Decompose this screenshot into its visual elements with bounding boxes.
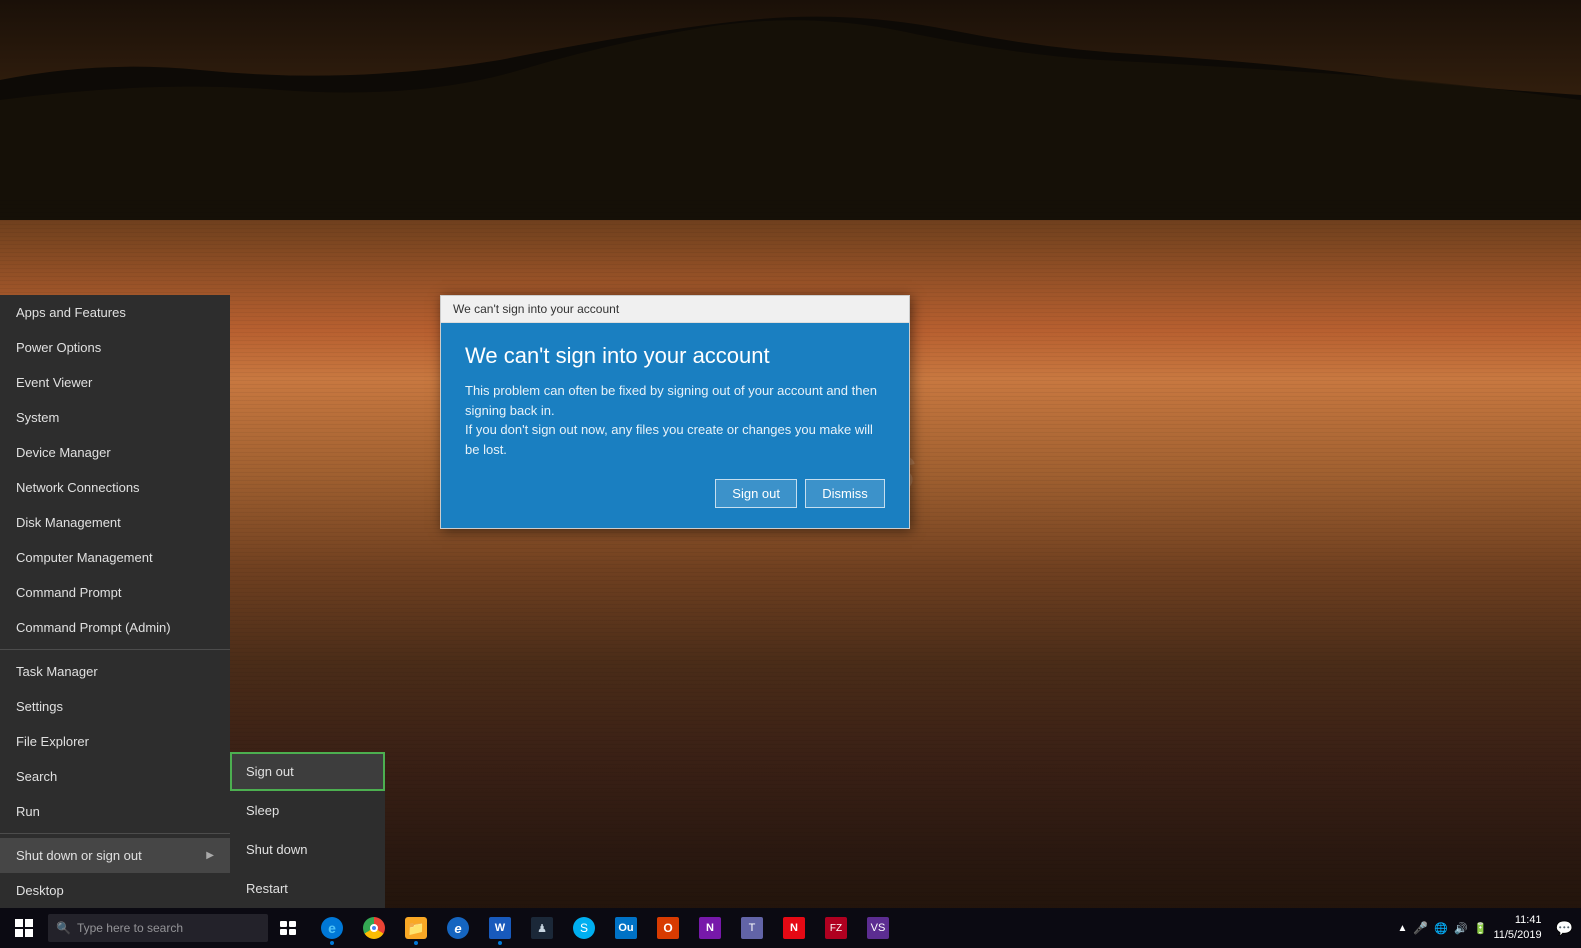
menu-item-event-viewer[interactable]: Event Viewer — [0, 365, 230, 400]
taskbar-office-icon[interactable]: O — [648, 908, 688, 948]
action-center-icon[interactable]: 💬 — [1556, 920, 1573, 937]
file-explorer-app-icon: 📁 — [405, 917, 427, 939]
taskbar-outlook-icon[interactable]: Ou — [606, 908, 646, 948]
menu-item-file-explorer[interactable]: File Explorer — [0, 724, 230, 759]
word-running-dot — [498, 941, 502, 945]
dialog-description: This problem can often be fixed by signi… — [465, 381, 885, 459]
ie-app-icon: e — [447, 917, 469, 939]
menu-item-search[interactable]: Search — [0, 759, 230, 794]
clock-time: 11:41 — [1493, 913, 1541, 928]
submenu-item-shut-down[interactable]: Shut down — [230, 830, 385, 869]
task-view-icon — [280, 921, 296, 935]
office-app-icon: O — [657, 917, 679, 939]
chrome-app-icon — [363, 917, 385, 939]
submenu-item-sign-out[interactable]: Sign out — [230, 752, 385, 791]
edge-running-dot — [330, 941, 334, 945]
taskbar-filezilla-icon[interactable]: FZ — [816, 908, 856, 948]
chevron-right-icon: ▶ — [206, 850, 214, 861]
menu-item-system[interactable]: System — [0, 400, 230, 435]
taskbar-word-icon[interactable]: W — [480, 908, 520, 948]
start-button[interactable] — [0, 908, 48, 948]
cant-sign-in-dialog: We can't sign into your account We can't… — [440, 295, 910, 529]
submenu-item-sleep[interactable]: Sleep — [230, 791, 385, 830]
dialog-sign-out-button[interactable]: Sign out — [715, 479, 797, 508]
taskbar-ie-icon[interactable]: e — [438, 908, 478, 948]
taskbar-netflix-icon[interactable]: N — [774, 908, 814, 948]
menu-item-apps-features[interactable]: Apps and Features — [0, 295, 230, 330]
explorer-running-dot — [414, 941, 418, 945]
menu-item-task-manager[interactable]: Task Manager — [0, 654, 230, 689]
taskbar-chrome-icon[interactable] — [354, 908, 394, 948]
taskbar-search-placeholder: Type here to search — [77, 921, 183, 935]
tray-network-icon[interactable]: 🌐 — [1434, 922, 1448, 935]
tray-mic-icon[interactable]: 🎤 — [1413, 921, 1428, 935]
filezilla-app-icon: FZ — [825, 917, 847, 939]
taskbar-skype-icon[interactable]: S — [564, 908, 604, 948]
tray-volume-icon[interactable]: 🔊 — [1454, 922, 1468, 935]
teams-app-icon: T — [741, 917, 763, 939]
vs-app-icon: VS — [867, 917, 889, 939]
menu-item-computer-management[interactable]: Computer Management — [0, 540, 230, 575]
taskbar: 🔍 Type here to search e 📁 e W — [0, 908, 1581, 948]
menu-item-shutdown-signout[interactable]: Shut down or sign out ▶ — [0, 838, 230, 873]
dialog-titlebar: We can't sign into your account — [441, 296, 909, 323]
menu-item-device-manager[interactable]: Device Manager — [0, 435, 230, 470]
taskbar-explorer-icon[interactable]: 📁 — [396, 908, 436, 948]
taskbar-steam-icon[interactable]: ♟ — [522, 908, 562, 948]
windows-logo-icon — [15, 919, 33, 937]
dialog-title-text: We can't sign into your account — [453, 302, 619, 316]
system-clock[interactable]: 11:41 11/5/2019 — [1493, 913, 1549, 944]
system-tray: ▲ 🎤 🌐 🔊 🔋 11:41 11/5/2019 💬 — [1397, 913, 1581, 944]
taskbar-search-bar[interactable]: 🔍 Type here to search — [48, 914, 268, 942]
tray-up-arrow-icon[interactable]: ▲ — [1397, 923, 1407, 934]
context-menu: Apps and Features Power Options Event Vi… — [0, 295, 230, 908]
taskbar-vs-icon[interactable]: VS — [858, 908, 898, 948]
menu-item-network-connections[interactable]: Network Connections — [0, 470, 230, 505]
task-view-button[interactable] — [268, 908, 308, 948]
shutdown-submenu: Sign out Sleep Shut down Restart — [230, 752, 385, 908]
menu-item-desktop[interactable]: Desktop — [0, 873, 230, 908]
taskbar-pinned-apps: e 📁 e W ♟ S Ou O — [308, 908, 1397, 948]
menu-item-command-prompt[interactable]: Command Prompt — [0, 575, 230, 610]
netflix-app-icon: N — [783, 917, 805, 939]
submenu-item-restart[interactable]: Restart — [230, 869, 385, 908]
taskbar-teams-icon[interactable]: T — [732, 908, 772, 948]
menu-item-command-prompt-admin[interactable]: Command Prompt (Admin) — [0, 610, 230, 645]
edge-app-icon: e — [321, 917, 343, 939]
menu-divider-1 — [0, 649, 230, 650]
menu-item-disk-management[interactable]: Disk Management — [0, 505, 230, 540]
dialog-dismiss-button[interactable]: Dismiss — [805, 479, 885, 508]
tray-battery-icon[interactable]: 🔋 — [1474, 922, 1488, 935]
menu-item-settings[interactable]: Settings — [0, 689, 230, 724]
dialog-body: We can't sign into your account This pro… — [441, 323, 909, 528]
steam-app-icon: ♟ — [531, 917, 553, 939]
menu-item-run[interactable]: Run — [0, 794, 230, 829]
taskbar-onenote-icon[interactable]: N — [690, 908, 730, 948]
dialog-heading: We can't sign into your account — [465, 343, 885, 369]
menu-divider-2 — [0, 833, 230, 834]
dialog-button-group: Sign out Dismiss — [465, 479, 885, 508]
taskbar-edge-icon[interactable]: e — [312, 908, 352, 948]
clock-date: 11/5/2019 — [1493, 928, 1541, 943]
outlook-app-icon: Ou — [615, 917, 637, 939]
onenote-app-icon: N — [699, 917, 721, 939]
word-app-icon: W — [489, 917, 511, 939]
skype-app-icon: S — [573, 917, 595, 939]
menu-item-power-options[interactable]: Power Options — [0, 330, 230, 365]
cliff-silhouette — [0, 0, 1581, 220]
